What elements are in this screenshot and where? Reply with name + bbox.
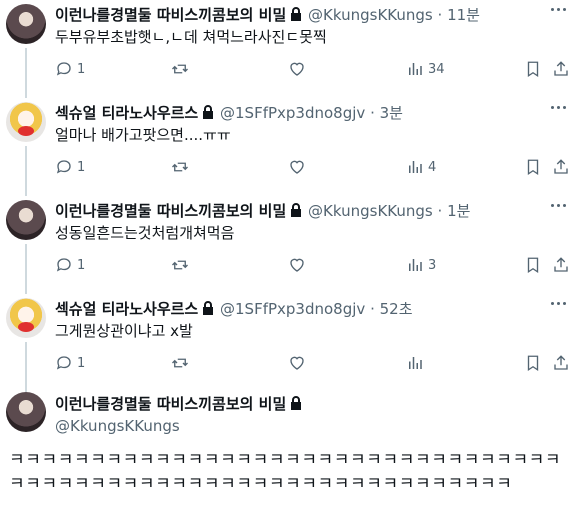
author-handle[interactable]: @1SFfPxp3dno8gjv xyxy=(220,104,365,122)
avatar[interactable] xyxy=(6,392,46,432)
view-count: 3 xyxy=(428,257,437,273)
separator: · xyxy=(437,6,443,24)
share-button[interactable] xyxy=(552,60,570,78)
author-name[interactable]: 이런나를경멸둘 따비스끼콤보의 비밀 xyxy=(55,6,286,24)
bookmark-button[interactable] xyxy=(524,256,542,274)
timestamp[interactable]: 1분 xyxy=(447,202,470,220)
share-icon xyxy=(554,61,568,76)
views-button[interactable]: 34 xyxy=(406,60,445,78)
avatar[interactable] xyxy=(6,4,46,44)
separator: · xyxy=(370,300,375,318)
more-dots-icon[interactable] xyxy=(551,106,566,109)
author-name[interactable]: 이런나를경멸둘 따비스끼콤보의 비밀 xyxy=(55,395,286,413)
author-handle[interactable]: @KkungsKKungs xyxy=(308,6,433,24)
share-icon xyxy=(554,159,568,174)
tweet[interactable]: 이런나를경멸둘 따비스끼콤보의 비밀 @KkungsKKungs · 1분 성동… xyxy=(0,196,580,294)
lock-icon xyxy=(203,105,214,119)
reply-icon xyxy=(56,258,71,272)
avatar[interactable] xyxy=(6,200,46,240)
author-name[interactable]: 섹슈얼 티라노사우르스 xyxy=(55,104,198,122)
timestamp[interactable]: 52초 xyxy=(380,300,413,318)
reply-icon xyxy=(56,160,71,174)
author-handle[interactable]: @KkungsKKungs xyxy=(308,202,433,220)
reply-button[interactable]: 1 xyxy=(55,256,85,274)
retweet-icon xyxy=(172,358,188,368)
like-button[interactable] xyxy=(288,60,306,78)
bookmark-icon xyxy=(527,355,539,372)
views-chart-icon xyxy=(409,63,422,75)
author-handle[interactable]: @KkungsKKungs xyxy=(55,416,303,436)
view-count: 34 xyxy=(428,61,445,77)
retweet-icon xyxy=(172,260,188,270)
retweet-button[interactable] xyxy=(171,256,189,274)
retweet-icon xyxy=(172,64,188,74)
retweet-button[interactable] xyxy=(171,158,189,176)
bookmark-button[interactable] xyxy=(524,60,542,78)
lock-icon xyxy=(291,7,302,21)
heart-icon xyxy=(290,258,304,272)
timestamp[interactable]: 3분 xyxy=(380,104,403,122)
tweet[interactable]: 섹슈얼 티라노사우르스 @1SFfPxp3dno8gjv · 3분 얼마나 배가… xyxy=(0,98,580,196)
separator: · xyxy=(370,104,375,122)
avatar[interactable] xyxy=(6,102,46,142)
more-dots-icon[interactable] xyxy=(551,204,566,207)
like-button[interactable] xyxy=(288,354,306,372)
views-chart-icon xyxy=(409,259,422,271)
author-handle[interactable]: @1SFfPxp3dno8gjv xyxy=(220,300,365,318)
share-button[interactable] xyxy=(552,256,570,274)
tweet[interactable]: 섹슈얼 티라노사우르스 @1SFfPxp3dno8gjv · 52초 그게뭔상관… xyxy=(0,294,580,392)
heart-icon xyxy=(290,160,304,174)
reply-count: 1 xyxy=(77,159,86,175)
reply-icon xyxy=(56,62,71,76)
share-icon xyxy=(554,355,568,370)
lock-icon xyxy=(291,396,302,410)
author-name[interactable]: 섹슈얼 티라노사우르스 xyxy=(55,300,198,318)
share-icon xyxy=(554,257,568,272)
separator: · xyxy=(437,202,443,220)
more-dots-icon[interactable] xyxy=(551,8,566,11)
tweet[interactable]: 이런나를경멸둘 따비스끼콤보의 비밀 @KkungsKKungs · 11분 두… xyxy=(0,0,580,98)
reply-button[interactable]: 1 xyxy=(55,158,85,176)
views-chart-icon xyxy=(409,357,422,369)
bookmark-button[interactable] xyxy=(524,354,542,372)
views-button[interactable]: 3 xyxy=(406,256,436,274)
tweet-text: 성동일흔드는것처럼개쳐먹음 xyxy=(55,224,235,242)
views-button[interactable]: 4 xyxy=(406,158,436,176)
views-chart-icon xyxy=(409,161,422,173)
heart-icon xyxy=(290,62,304,76)
avatar[interactable] xyxy=(6,298,46,338)
views-button[interactable] xyxy=(406,354,428,372)
view-count: 4 xyxy=(428,159,437,175)
reply-count: 1 xyxy=(77,355,86,371)
bookmark-icon xyxy=(527,257,539,274)
tweet-text: 두부유부초밥햇ㄴ,ㄴ데 쳐먹느라사진ㄷ못찍 xyxy=(55,28,327,46)
main-tweet-text: ㅋㅋㅋㅋㅋㅋㅋㅋㅋㅋㅋㅋㅋㅋㅋㅋㅋㅋㅋㅋㅋㅋㅋㅋㅋㅋㅋㅋㅋㅋㅋㅋㅋㅋㅋㅋㅋㅋㅋㅋ… xyxy=(9,450,562,494)
retweet-icon xyxy=(172,162,188,172)
reply-icon xyxy=(56,356,71,370)
reply-count: 1 xyxy=(77,257,86,273)
retweet-button[interactable] xyxy=(171,354,189,372)
heart-icon xyxy=(290,356,304,370)
tweet-text: 얼마나 배가고팟으면....ㅠㅠ xyxy=(55,126,231,144)
like-button[interactable] xyxy=(288,158,306,176)
lock-icon xyxy=(203,301,214,315)
reply-button[interactable]: 1 xyxy=(55,354,85,372)
more-dots-icon[interactable] xyxy=(551,302,566,305)
author-name[interactable]: 이런나를경멸둘 따비스끼콤보의 비밀 xyxy=(55,202,286,220)
like-button[interactable] xyxy=(288,256,306,274)
tweet-text: 그게뭔상관이냐고 x발 xyxy=(55,322,193,340)
share-button[interactable] xyxy=(552,158,570,176)
retweet-button[interactable] xyxy=(171,60,189,78)
reply-button[interactable]: 1 xyxy=(55,60,85,78)
bookmark-icon xyxy=(527,61,539,78)
bookmark-icon xyxy=(527,159,539,176)
reply-count: 1 xyxy=(77,61,86,77)
share-button[interactable] xyxy=(552,354,570,372)
timestamp[interactable]: 11분 xyxy=(447,6,480,24)
lock-icon xyxy=(291,203,302,217)
bookmark-button[interactable] xyxy=(524,158,542,176)
